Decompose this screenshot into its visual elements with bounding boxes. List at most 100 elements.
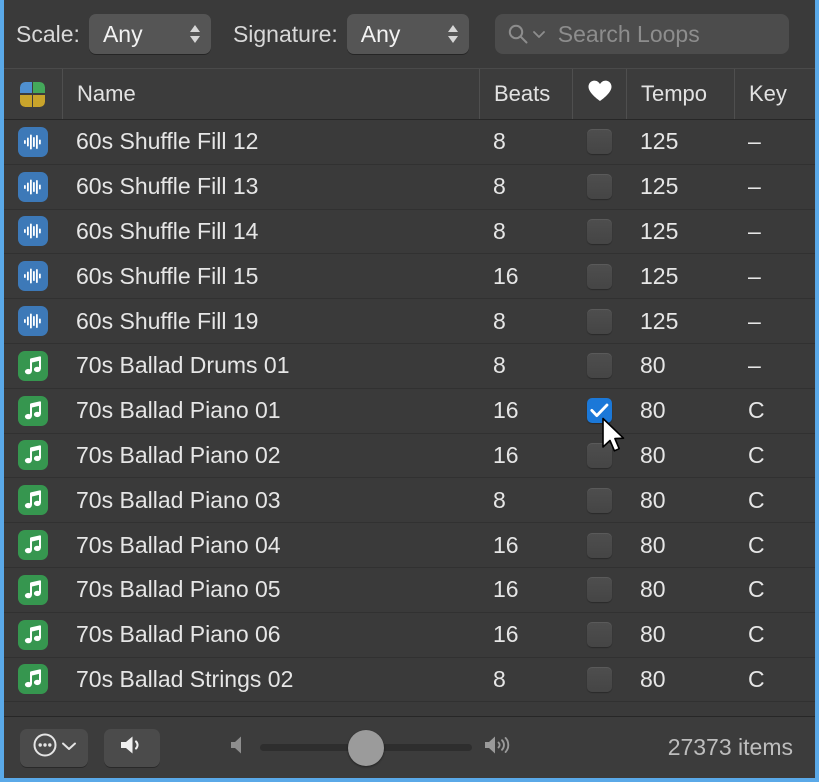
table-row[interactable]: 70s Ballad Strings 02880C	[4, 658, 815, 703]
audio-loop-icon[interactable]	[18, 261, 48, 291]
loop-name-cell[interactable]: 60s Shuffle Fill 14	[62, 218, 479, 245]
midi-loop-icon[interactable]	[18, 530, 48, 560]
loop-name-cell[interactable]: 70s Ballad Piano 03	[62, 487, 479, 514]
favorite-checkbox[interactable]	[587, 219, 612, 244]
loop-name-cell[interactable]: 60s Shuffle Fill 15	[62, 263, 479, 290]
favorite-checkbox[interactable]	[587, 174, 612, 199]
midi-loop-icon[interactable]	[18, 620, 48, 650]
audio-loop-icon[interactable]	[18, 172, 48, 202]
table-row[interactable]: 70s Ballad Piano 038 80 C	[4, 478, 815, 523]
loop-name-label: 70s Ballad Strings 02	[76, 666, 293, 693]
loop-favorite-cell[interactable]	[572, 533, 626, 558]
loop-name-cell[interactable]: 70s Ballad Piano 04	[62, 532, 479, 559]
loop-name-cell[interactable]: 60s Shuffle Fill 12	[62, 128, 479, 155]
table-row[interactable]: 70s Ballad Drums 01880–	[4, 344, 815, 389]
loop-favorite-cell[interactable]	[572, 667, 626, 692]
loop-name-cell[interactable]: 70s Ballad Piano 05	[62, 576, 479, 603]
loop-favorite-cell[interactable]	[572, 622, 626, 647]
column-header-key[interactable]: Key	[734, 69, 815, 119]
column-header-favorite[interactable]	[572, 69, 626, 119]
table-row[interactable]: 70s Ballad Piano 041680C	[4, 523, 815, 568]
table-row[interactable]: 70s Ballad Piano 021680C	[4, 434, 815, 479]
column-header-name[interactable]: Name	[62, 69, 479, 119]
table-row[interactable]: 60s Shuffle Fill 148125–	[4, 210, 815, 255]
search-placeholder-text: Search Loops	[558, 21, 700, 48]
loop-favorite-cell[interactable]	[572, 577, 626, 602]
table-row[interactable]: 60s Shuffle Fill 198125–	[4, 299, 815, 344]
chevron-down-icon[interactable]	[533, 29, 545, 39]
loop-type-cell	[4, 396, 62, 426]
loop-favorite-cell[interactable]	[572, 443, 626, 468]
favorite-checkbox[interactable]	[587, 443, 612, 468]
loop-name-cell[interactable]: 60s Shuffle Fill 13	[62, 173, 479, 200]
loop-name-cell[interactable]: 70s Ballad Drums 01	[62, 352, 479, 379]
favorite-checkbox[interactable]	[587, 353, 612, 378]
table-row[interactable]: 60s Shuffle Fill 1516125–	[4, 254, 815, 299]
favorite-checkbox[interactable]	[587, 398, 612, 423]
loop-favorite-cell[interactable]	[572, 129, 626, 154]
column-header-category[interactable]	[4, 69, 62, 119]
audio-loop-icon[interactable]	[18, 306, 48, 336]
search-loops-field[interactable]: Search Loops	[495, 14, 789, 54]
loop-favorite-cell[interactable]	[572, 174, 626, 199]
loop-name-cell[interactable]: 70s Ballad Strings 02	[62, 666, 479, 693]
midi-loop-icon[interactable]	[18, 440, 48, 470]
loop-name-cell[interactable]: 60s Shuffle Fill 19	[62, 308, 479, 335]
midi-loop-icon[interactable]	[18, 664, 48, 694]
loop-type-cell	[4, 216, 62, 246]
volume-slider-thumb[interactable]	[348, 730, 384, 766]
preview-mute-button[interactable]	[104, 729, 160, 767]
favorite-checkbox[interactable]	[587, 533, 612, 558]
loop-favorite-cell[interactable]	[572, 398, 626, 423]
table-row[interactable]: 60s Shuffle Fill 138125–	[4, 165, 815, 210]
column-header-tempo[interactable]: Tempo	[626, 69, 734, 119]
loop-favorite-cell[interactable]	[572, 219, 626, 244]
loop-tempo-cell: 80	[626, 532, 734, 559]
midi-loop-icon[interactable]	[18, 351, 48, 381]
loop-favorite-cell[interactable]	[572, 309, 626, 334]
category-grid-icon[interactable]	[20, 82, 45, 107]
favorite-checkbox[interactable]	[587, 309, 612, 334]
audio-loop-icon[interactable]	[18, 216, 48, 246]
loop-key-label: C	[748, 487, 765, 514]
volume-slider-track[interactable]	[260, 744, 472, 751]
speaker-high-icon	[482, 733, 516, 762]
favorite-checkbox[interactable]	[587, 622, 612, 647]
search-icon[interactable]	[507, 23, 529, 45]
loop-beats-cell: 8	[479, 487, 572, 514]
loop-favorite-cell[interactable]	[572, 353, 626, 378]
table-row[interactable]: 60s Shuffle Fill 128125–	[4, 120, 815, 165]
loop-tempo-cell: 80	[626, 487, 734, 514]
loop-name-cell[interactable]: 70s Ballad Piano 02	[62, 442, 479, 469]
table-row[interactable]: 70s Ballad Piano 061680C	[4, 613, 815, 658]
loop-type-cell	[4, 261, 62, 291]
loop-list[interactable]: 60s Shuffle Fill 128125–60s Shuffle Fill…	[4, 120, 815, 716]
table-row[interactable]: 70s Ballad Piano 051680C	[4, 568, 815, 613]
column-header-beats[interactable]: Beats	[479, 69, 572, 119]
loop-beats-label: 8	[493, 218, 506, 245]
signature-popup-button[interactable]: Any	[347, 14, 469, 54]
midi-loop-icon[interactable]	[18, 396, 48, 426]
favorite-checkbox[interactable]	[587, 264, 612, 289]
loop-favorite-cell[interactable]	[572, 264, 626, 289]
audio-loop-icon[interactable]	[18, 127, 48, 157]
scale-popup-button[interactable]: Any	[89, 14, 211, 54]
options-menu-button[interactable]	[20, 729, 88, 767]
favorite-checkbox[interactable]	[587, 488, 612, 513]
volume-control[interactable]	[228, 733, 516, 762]
loop-key-label: C	[748, 442, 765, 469]
midi-loop-icon[interactable]	[18, 485, 48, 515]
loop-name-cell[interactable]: 70s Ballad Piano 01	[62, 397, 479, 424]
loop-favorite-cell[interactable]	[572, 488, 626, 513]
loop-name-cell[interactable]: 70s Ballad Piano 06	[62, 621, 479, 648]
loop-name-label: 70s Ballad Piano 02	[76, 442, 281, 469]
midi-loop-icon[interactable]	[18, 575, 48, 605]
loop-type-cell	[4, 440, 62, 470]
loop-beats-label: 8	[493, 666, 506, 693]
loop-tempo-cell: 125	[626, 218, 734, 245]
favorite-checkbox[interactable]	[587, 577, 612, 602]
favorite-checkbox[interactable]	[587, 129, 612, 154]
favorite-checkbox[interactable]	[587, 667, 612, 692]
table-row[interactable]: 70s Ballad Piano 011680C	[4, 389, 815, 434]
loop-beats-label: 16	[493, 532, 519, 559]
